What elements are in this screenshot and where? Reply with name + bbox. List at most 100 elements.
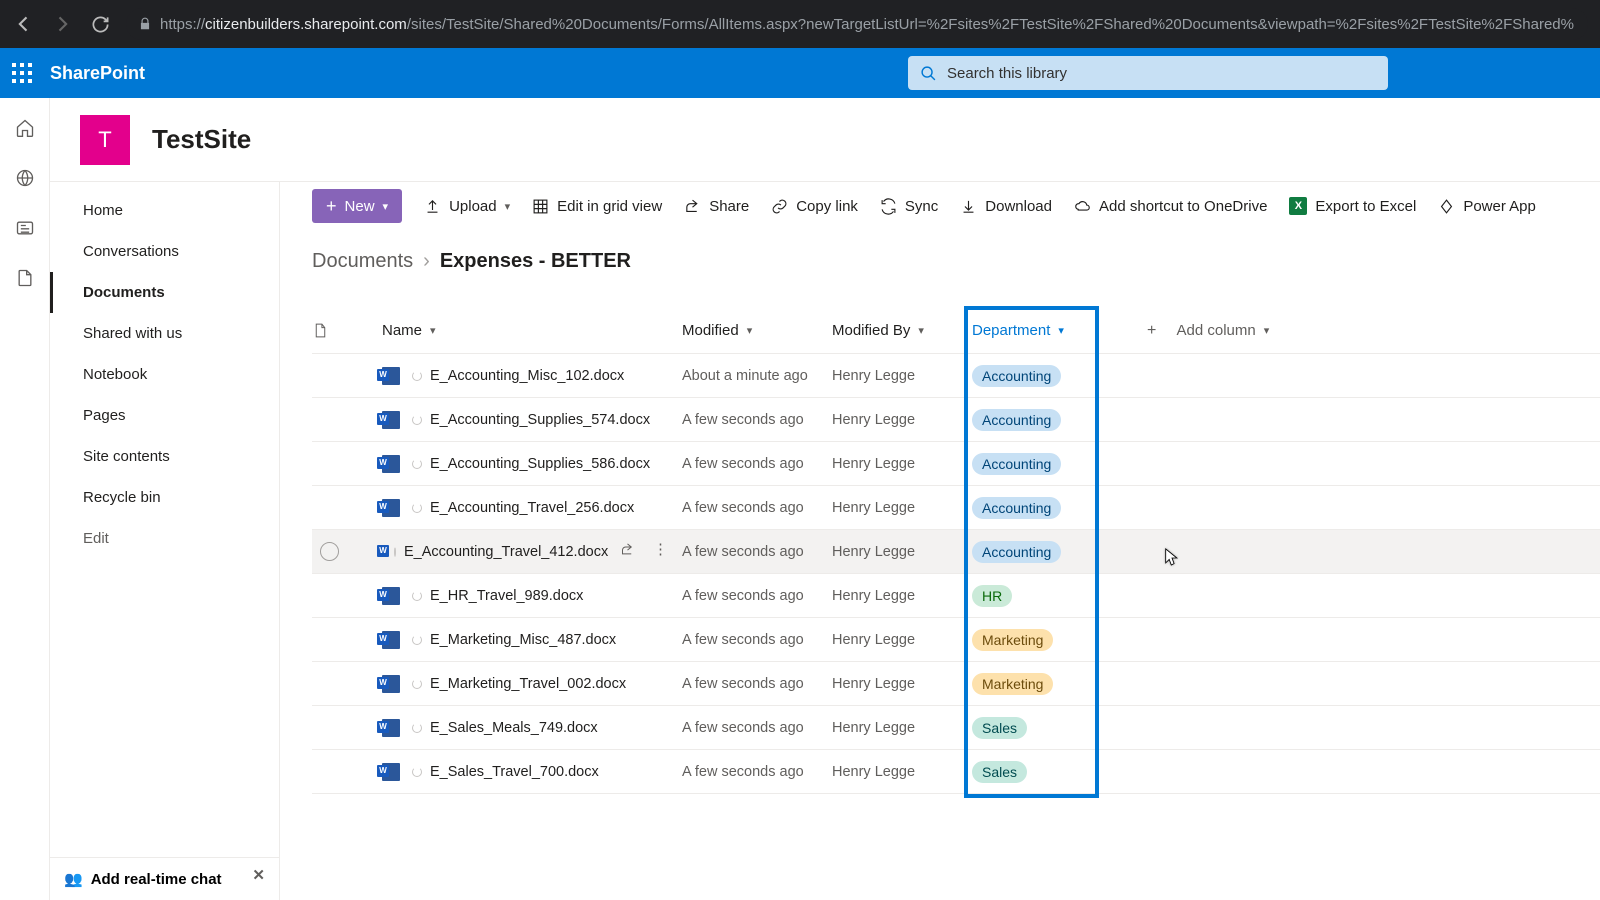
department-cell: HR — [972, 585, 1107, 607]
files-icon[interactable] — [15, 268, 35, 288]
modified-cell: A few seconds ago — [682, 764, 832, 780]
nav-item-documents[interactable]: Documents — [50, 272, 279, 313]
sync-spinner-icon — [412, 635, 422, 645]
table-row[interactable]: E_Accounting_Travel_256.docxA few second… — [312, 486, 1600, 530]
breadcrumb-root[interactable]: Documents — [312, 250, 413, 273]
onedrive-icon — [1074, 198, 1091, 215]
table-row[interactable]: E_HR_Travel_989.docxA few seconds agoHen… — [312, 574, 1600, 618]
word-icon — [382, 499, 400, 517]
chevron-right-icon: › — [423, 250, 430, 273]
globe-icon[interactable] — [15, 168, 35, 188]
file-name-cell[interactable]: E_Accounting_Travel_412.docx⋮ — [382, 542, 682, 561]
file-name-cell[interactable]: E_Sales_Meals_749.docx — [382, 719, 682, 737]
upload-icon — [424, 198, 441, 215]
table-row[interactable]: E_Accounting_Supplies_574.docxA few seco… — [312, 398, 1600, 442]
site-logo[interactable]: T — [80, 115, 130, 165]
close-icon[interactable]: ✕ — [252, 866, 265, 884]
modified-cell: A few seconds ago — [682, 632, 832, 648]
column-name[interactable]: Name▾ — [382, 322, 682, 339]
column-modified-by[interactable]: Modified By▾ — [832, 322, 972, 339]
file-name-cell[interactable]: E_Marketing_Travel_002.docx — [382, 675, 682, 693]
file-name-cell[interactable]: E_Accounting_Travel_256.docx — [382, 499, 682, 517]
onedrive-shortcut-button[interactable]: Add shortcut to OneDrive — [1074, 198, 1267, 215]
back-button[interactable] — [12, 12, 36, 36]
copy-link-button[interactable]: Copy link — [771, 198, 858, 215]
column-filetype[interactable] — [312, 322, 382, 339]
sync-button[interactable]: Sync — [880, 198, 938, 215]
sync-spinner-icon — [412, 767, 422, 777]
share-icon[interactable] — [620, 542, 635, 561]
file-name-cell[interactable]: E_Sales_Travel_700.docx — [382, 763, 682, 781]
table-row[interactable]: E_Marketing_Travel_002.docxA few seconds… — [312, 662, 1600, 706]
table-row[interactable]: E_Marketing_Misc_487.docxA few seconds a… — [312, 618, 1600, 662]
site-header: T TestSite — [50, 98, 1600, 182]
table-header-row: Name▾ Modified▾ Modified By▾ Department▾… — [312, 308, 1600, 354]
file-name-cell[interactable]: E_Accounting_Supplies_574.docx — [382, 411, 682, 429]
power-apps-button[interactable]: Power App — [1438, 198, 1536, 215]
edit-grid-button[interactable]: Edit in grid view — [532, 198, 662, 215]
teams-chat-promo[interactable]: 👥 Add real-time chat ✕ — [50, 857, 279, 900]
breadcrumb-current: Expenses - BETTER — [440, 250, 631, 273]
file-name-cell[interactable]: E_Accounting_Supplies_586.docx — [382, 455, 682, 473]
file-name-cell[interactable]: E_Accounting_Misc_102.docx — [382, 367, 682, 385]
reload-button[interactable] — [88, 12, 112, 36]
file-name-cell[interactable]: E_HR_Travel_989.docx — [382, 587, 682, 605]
word-icon — [382, 367, 400, 385]
more-icon[interactable]: ⋮ — [653, 542, 668, 561]
table-row[interactable]: E_Sales_Meals_749.docxA few seconds agoH… — [312, 706, 1600, 750]
table-row[interactable]: E_Sales_Travel_700.docxA few seconds ago… — [312, 750, 1600, 794]
nav-item-pages[interactable]: Pages — [50, 395, 279, 436]
nav-item-conversations[interactable]: Conversations — [50, 231, 279, 272]
search-icon — [920, 65, 937, 82]
word-icon — [382, 587, 400, 605]
site-title[interactable]: TestSite — [152, 124, 251, 155]
new-button[interactable]: +New▾ — [312, 189, 402, 223]
share-button[interactable]: Share — [684, 198, 749, 215]
document-list: Name▾ Modified▾ Modified By▾ Department▾… — [312, 308, 1600, 794]
modified-cell: A few seconds ago — [682, 500, 832, 516]
modified-by-cell: Henry Legge — [832, 456, 972, 472]
table-row[interactable]: E_Accounting_Travel_412.docx⋮A few secon… — [312, 530, 1600, 574]
modified-by-cell: Henry Legge — [832, 676, 972, 692]
modified-by-cell: Henry Legge — [832, 720, 972, 736]
sharepoint-brand[interactable]: SharePoint — [50, 63, 145, 84]
mouse-cursor — [1165, 548, 1179, 568]
table-row[interactable]: E_Accounting_Misc_102.docxAbout a minute… — [312, 354, 1600, 398]
nav-item-shared-with-us[interactable]: Shared with us — [50, 313, 279, 354]
download-button[interactable]: Download — [960, 198, 1052, 215]
nav-item-recycle-bin[interactable]: Recycle bin — [50, 477, 279, 518]
department-cell: Accounting — [972, 541, 1107, 563]
column-modified[interactable]: Modified▾ — [682, 322, 832, 339]
app-launcher-icon[interactable] — [12, 63, 32, 83]
export-excel-button[interactable]: XExport to Excel — [1289, 197, 1416, 215]
command-bar: +New▾ Upload▾ Edit in grid view Share Co… — [280, 182, 1600, 230]
department-cell: Accounting — [972, 453, 1107, 475]
modified-cell: A few seconds ago — [682, 720, 832, 736]
nav-item-edit[interactable]: Edit — [50, 518, 279, 559]
add-column-button[interactable]: + Add column▾ — [1107, 322, 1600, 340]
sync-spinner-icon — [412, 415, 422, 425]
forward-button[interactable] — [50, 12, 74, 36]
browser-toolbar: https://citizenbuilders.sharepoint.com/s… — [0, 0, 1600, 48]
select-circle[interactable] — [320, 542, 339, 561]
nav-item-home[interactable]: Home — [50, 190, 279, 231]
nav-item-notebook[interactable]: Notebook — [50, 354, 279, 395]
quick-launch-nav: HomeConversationsDocumentsShared with us… — [50, 182, 280, 900]
modified-by-cell: Henry Legge — [832, 368, 972, 384]
address-bar[interactable]: https://citizenbuilders.sharepoint.com/s… — [126, 8, 1588, 40]
powerapps-icon — [1438, 198, 1455, 215]
home-icon[interactable] — [15, 118, 35, 138]
file-name-cell[interactable]: E_Marketing_Misc_487.docx — [382, 631, 682, 649]
url-text: https://citizenbuilders.sharepoint.com/s… — [160, 16, 1574, 33]
news-icon[interactable] — [15, 218, 35, 238]
modified-cell: A few seconds ago — [682, 456, 832, 472]
word-icon — [382, 675, 400, 693]
upload-button[interactable]: Upload▾ — [424, 198, 510, 215]
table-row[interactable]: E_Accounting_Supplies_586.docxA few seco… — [312, 442, 1600, 486]
department-cell: Accounting — [972, 409, 1107, 431]
nav-item-site-contents[interactable]: Site contents — [50, 436, 279, 477]
search-box[interactable] — [908, 56, 1388, 90]
search-input[interactable] — [947, 65, 1376, 82]
sync-spinner-icon — [412, 591, 422, 601]
column-department[interactable]: Department▾ — [972, 322, 1107, 339]
